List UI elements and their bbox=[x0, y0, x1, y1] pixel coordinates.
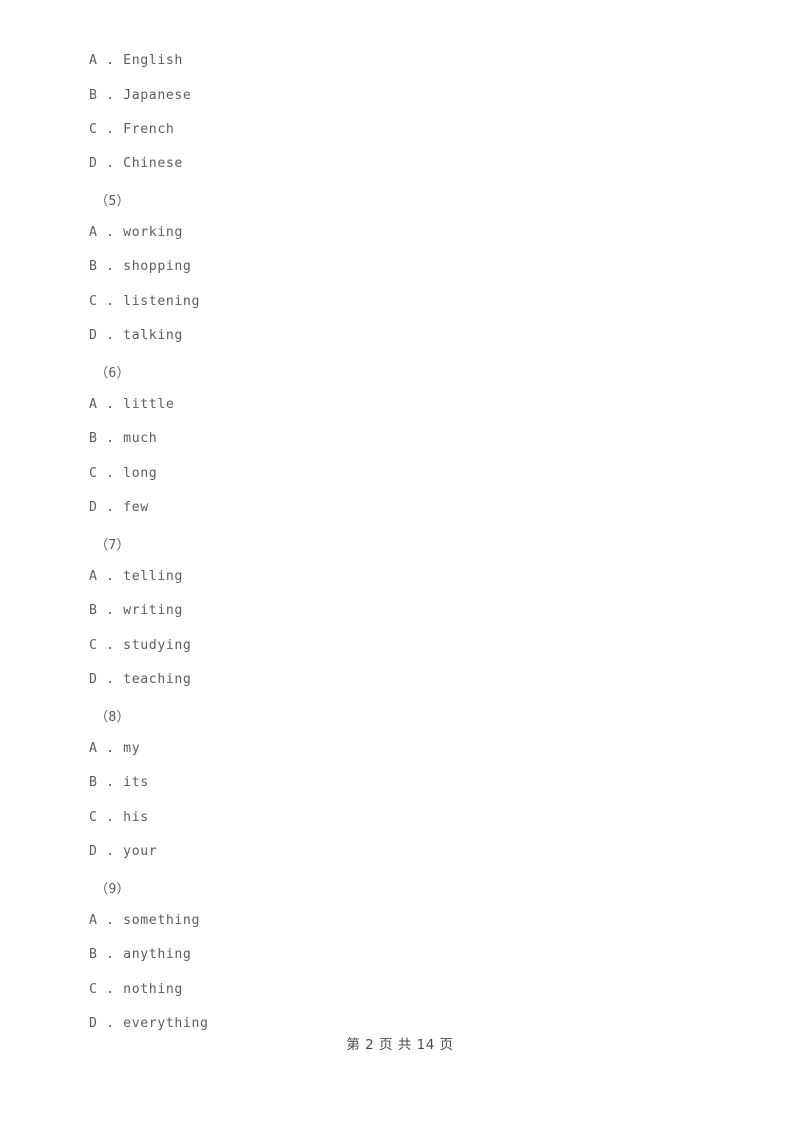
answer-option: D . teaching bbox=[89, 672, 192, 687]
answer-option: A . working bbox=[89, 225, 183, 240]
answer-option: B . anything bbox=[89, 947, 192, 962]
answer-option: D . talking bbox=[89, 328, 183, 343]
answer-option: D . Chinese bbox=[89, 156, 183, 171]
question-number-label: （8） bbox=[95, 710, 130, 725]
answer-option: C . French bbox=[89, 122, 175, 137]
document-page: A . English B . Japanese C . French D . Chi… bbox=[0, 0, 800, 1132]
answer-option: D . few bbox=[89, 500, 149, 515]
answer-option: C . listening bbox=[89, 294, 201, 309]
answer-option: D . your bbox=[89, 844, 158, 859]
answer-option: A . something bbox=[89, 913, 201, 928]
answer-option: B . much bbox=[89, 431, 158, 446]
answer-option: C . nothing bbox=[89, 982, 183, 997]
answer-option: A . my bbox=[89, 741, 141, 756]
answer-option: B . shopping bbox=[89, 259, 192, 274]
page-footer: 第 2 页 共 14 页 bbox=[346, 1037, 454, 1053]
answer-option: A . little bbox=[89, 397, 175, 412]
answer-option: B . its bbox=[89, 775, 149, 790]
answer-option: D . everything bbox=[89, 1016, 209, 1031]
answer-option: B . Japanese bbox=[89, 88, 192, 103]
question-number-label: （5） bbox=[95, 194, 130, 209]
answer-option: C . studying bbox=[89, 638, 192, 653]
question-number-label: （9） bbox=[95, 882, 130, 897]
answer-option: B . writing bbox=[89, 603, 183, 618]
question-number-label: （7） bbox=[95, 538, 130, 553]
answer-option: A . English bbox=[89, 53, 183, 68]
answer-option: C . his bbox=[89, 810, 149, 825]
question-number-label: （6） bbox=[95, 366, 130, 381]
answer-option: C . long bbox=[89, 466, 158, 481]
answer-option: A . telling bbox=[89, 569, 183, 584]
